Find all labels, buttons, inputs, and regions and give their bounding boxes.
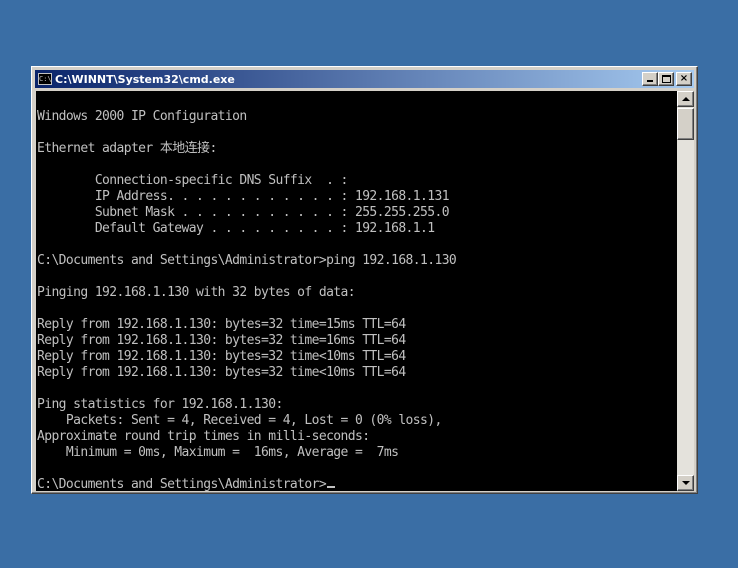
minimize-icon — [647, 80, 653, 82]
console-line: Minimum = 0ms, Maximum = 16ms, Average =… — [37, 445, 399, 460]
window-controls: × — [642, 72, 692, 86]
maximize-button[interactable] — [658, 72, 674, 86]
console-line: Reply from 192.168.1.130: bytes=32 time=… — [37, 333, 406, 348]
minimize-button[interactable] — [642, 72, 658, 86]
console-line: Subnet Mask . . . . . . . . . . . : 255.… — [37, 205, 450, 220]
command-prompt: C:\Documents and Settings\Administrator> — [37, 477, 327, 491]
arrow-up-icon — [682, 97, 690, 101]
console-line: Ping statistics for 192.168.1.130: — [37, 397, 283, 412]
text-cursor — [327, 486, 336, 488]
window-title: C:\WINNT\System32\cmd.exe — [55, 72, 235, 86]
close-button[interactable]: × — [676, 72, 692, 86]
console-line: Connection-specific DNS Suffix . : — [37, 173, 349, 188]
arrow-down-icon — [682, 481, 690, 485]
console-line: Windows 2000 IP Configuration — [37, 109, 247, 124]
scroll-down-button[interactable] — [677, 475, 694, 491]
console-line: C:\Documents and Settings\Administrator>… — [37, 253, 457, 268]
maximize-icon — [662, 75, 671, 83]
console-line: Default Gateway . . . . . . . . . : 192.… — [37, 221, 435, 236]
desktop: C:\ C:\WINNT\System32\cmd.exe × Windows … — [0, 0, 738, 568]
close-icon: × — [679, 73, 689, 84]
scroll-up-button[interactable] — [677, 91, 694, 107]
console-icon[interactable]: C:\ — [38, 73, 52, 85]
scrollbar-thumb[interactable] — [677, 108, 694, 140]
vertical-scrollbar[interactable] — [677, 91, 694, 491]
console-line: Approximate round trip times in milli-se… — [37, 429, 370, 444]
console-line: Pinging 192.168.1.130 with 32 bytes of d… — [37, 285, 356, 300]
console-line: IP Address. . . . . . . . . . . . : 192.… — [37, 189, 450, 204]
console-output[interactable]: Windows 2000 IP Configuration Ethernet ad… — [36, 91, 677, 491]
console-line: Reply from 192.168.1.130: bytes=32 time<… — [37, 365, 406, 380]
console-line: Ethernet adapter 本地连接: — [37, 141, 217, 156]
title-bar[interactable]: C:\ C:\WINNT\System32\cmd.exe × — [35, 70, 694, 88]
console-line: Packets: Sent = 4, Received = 4, Lost = … — [37, 413, 442, 428]
console-line: Reply from 192.168.1.130: bytes=32 time=… — [37, 317, 406, 332]
cmd-window[interactable]: C:\ C:\WINNT\System32\cmd.exe × Windows … — [31, 66, 698, 494]
console-text: Windows 2000 IP Configuration Ethernet ad… — [36, 91, 677, 491]
command-prompt-line[interactable]: C:\Documents and Settings\Administrator> — [37, 477, 677, 491]
console-line: Reply from 192.168.1.130: bytes=32 time<… — [37, 349, 406, 364]
